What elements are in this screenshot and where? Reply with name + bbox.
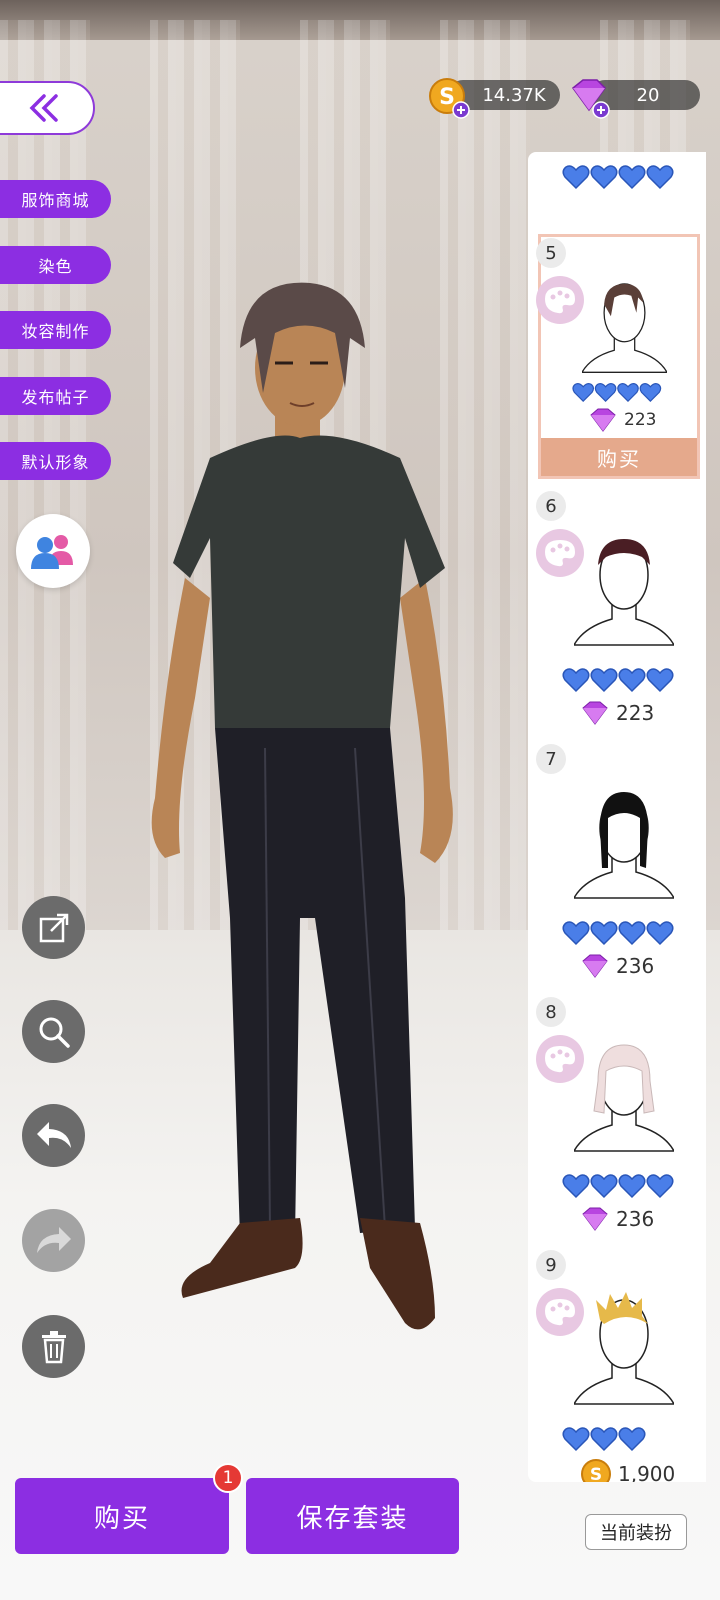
- save-outfit-button[interactable]: 保存套装: [246, 1478, 459, 1554]
- palette-icon: [545, 287, 575, 314]
- hair-item[interactable]: 购买 5 223: [528, 234, 706, 479]
- item-number: 8: [536, 997, 566, 1027]
- menu-item-post[interactable]: 发布帖子: [0, 377, 111, 415]
- price-value: 236: [616, 954, 655, 978]
- item-price: 236: [580, 952, 654, 980]
- heart-icon: [562, 1174, 674, 1199]
- rating-hearts: [562, 1173, 674, 1199]
- palette-icon: [545, 1299, 575, 1326]
- cart-count-badge: 1: [213, 1463, 243, 1493]
- redo-icon: [36, 1226, 71, 1253]
- dye-palette-button[interactable]: [536, 276, 584, 324]
- current-outfit-button[interactable]: 当前装扮: [585, 1514, 687, 1550]
- price-value: 1,900: [618, 1462, 676, 1482]
- item-price: S 1,900: [580, 1458, 675, 1482]
- heart-icon: [562, 668, 674, 693]
- undo-button[interactable]: [22, 1104, 85, 1167]
- buy-button[interactable]: 购买: [15, 1478, 229, 1554]
- rating-hearts: [562, 1426, 646, 1452]
- hair-item[interactable]: 8 236: [528, 993, 706, 1238]
- share-button[interactable]: [22, 896, 85, 959]
- rating-hearts: [562, 667, 674, 693]
- hair-item[interactable]: 6 223: [528, 487, 706, 732]
- trash-icon: [41, 1330, 66, 1363]
- heart-icon: [562, 921, 674, 946]
- gem-icon: [582, 954, 608, 978]
- delete-button[interactable]: [22, 1315, 85, 1378]
- gem-amount: 20: [636, 84, 660, 106]
- hair-item[interactable]: 7 236: [528, 740, 706, 985]
- magnifier-icon: [39, 1017, 70, 1048]
- rating-hearts: [572, 382, 662, 403]
- item-price: 236: [580, 1205, 654, 1233]
- double-chevron-left-icon: [29, 94, 58, 122]
- item-price: 223: [580, 699, 654, 727]
- price-value: 223: [616, 701, 655, 725]
- rating-hearts: [562, 164, 674, 190]
- share-icon: [39, 913, 68, 942]
- svg-text:S: S: [590, 1465, 602, 1482]
- zoom-button[interactable]: [22, 1000, 85, 1063]
- hair-preview-image: [574, 1044, 674, 1152]
- switch-character-button[interactable]: [16, 514, 90, 588]
- price-value: 223: [624, 410, 657, 430]
- hair-preview-image: [574, 792, 674, 899]
- hair-item-panel[interactable]: 购买 5 223 6 223 7 236 8 236 9 S 1,900: [528, 152, 706, 1482]
- price-value: 236: [616, 1207, 655, 1231]
- gem-icon: [571, 79, 610, 119]
- gem-icon: [582, 1207, 608, 1231]
- coin-amount: 14.37K: [482, 84, 546, 106]
- coin-icon: S: [429, 78, 470, 119]
- gem-icon: [582, 701, 608, 725]
- heart-icon: [562, 1427, 646, 1452]
- hair-item[interactable]: 9 S 1,900: [528, 1246, 706, 1482]
- item-price: 223: [588, 406, 656, 434]
- curtain: [0, 20, 90, 1000]
- heart-icon: [562, 165, 674, 190]
- hair-preview-image: [574, 1292, 674, 1405]
- hair-preview-image: [582, 283, 667, 373]
- palette-icon: [545, 540, 575, 567]
- item-number: 6: [536, 491, 566, 521]
- undo-icon: [36, 1121, 71, 1148]
- gem-icon: [590, 408, 616, 432]
- character-avatar: [151, 282, 453, 1330]
- item-buy-button[interactable]: 购买: [541, 438, 697, 476]
- rating-hearts: [562, 920, 674, 946]
- menu-item-makeup[interactable]: 妆容制作: [0, 311, 111, 349]
- item-number: 5: [536, 238, 566, 268]
- heart-icon: [572, 383, 662, 403]
- palette-icon: [545, 1046, 575, 1073]
- people-icon: [31, 535, 73, 569]
- menu-item-default-look[interactable]: 默认形象: [0, 442, 111, 480]
- menu-item-dye[interactable]: 染色: [0, 246, 111, 284]
- redo-button[interactable]: [22, 1209, 85, 1272]
- menu-item-clothing-store[interactable]: 服饰商城: [0, 180, 111, 218]
- item-number: 7: [536, 744, 566, 774]
- item-number: 9: [536, 1250, 566, 1280]
- coin-icon: S: [581, 1459, 611, 1482]
- hair-preview-image: [574, 539, 674, 646]
- svg-text:S: S: [439, 85, 455, 110]
- back-button[interactable]: [0, 81, 95, 135]
